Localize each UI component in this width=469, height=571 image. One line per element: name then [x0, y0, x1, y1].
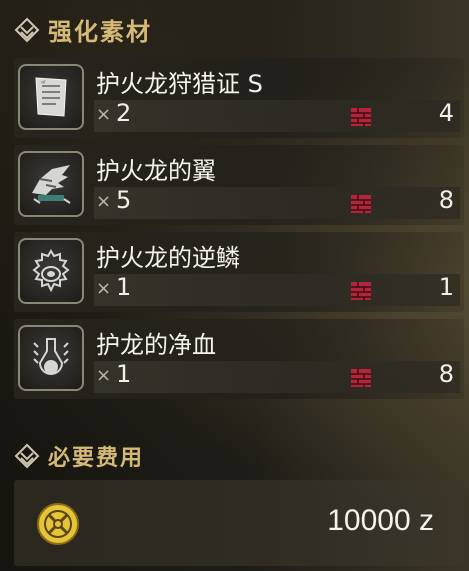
zenny-icon: [37, 503, 79, 545]
material-row[interactable]: 护火龙狩猎证 S × 2 4: [14, 58, 464, 138]
wing-icon: [32, 165, 71, 204]
quantity-prefix: ×: [96, 191, 112, 212]
required-quantity: 1: [116, 360, 132, 388]
material-row[interactable]: 护龙的净血 × 1 8: [14, 319, 464, 399]
required-quantity: 5: [116, 186, 132, 214]
item-box-icon: [351, 282, 371, 300]
material-icon-frame: [18, 325, 84, 391]
owned-quantity: 4: [438, 99, 454, 127]
material-row[interactable]: 护火龙的逆鳞 × 1 1: [14, 232, 464, 312]
material-name: 护火龙狩猎证 S: [96, 70, 263, 98]
quantity-bar: × 2 4: [94, 99, 460, 132]
required-quantity: 2: [116, 99, 132, 127]
blood-vial-icon: [33, 338, 69, 375]
quantity-prefix: ×: [96, 365, 112, 386]
owned-quantity: 8: [438, 360, 454, 388]
material-icon-frame: [18, 64, 84, 130]
cost-header: 必要费用: [14, 440, 144, 472]
diamond-emblem-icon: [14, 17, 40, 42]
cost-value: 10000: [327, 504, 411, 537]
material-icon-frame: [18, 151, 84, 217]
materials-header: 强化素材: [14, 12, 152, 47]
cost-unit: z: [419, 504, 434, 537]
scale-icon: [32, 249, 70, 293]
owned-quantity: 8: [438, 186, 454, 214]
material-icon-frame: [18, 238, 84, 304]
quantity-prefix: ×: [96, 104, 112, 125]
required-quantity: 1: [116, 273, 132, 301]
quantity-bar: × 1 1: [94, 273, 460, 306]
material-name: 护火龙的翼: [96, 157, 216, 185]
material-name: 护龙的净血: [96, 331, 216, 359]
diamond-emblem-icon: [14, 443, 40, 469]
materials-list: 护火龙狩猎证 S × 2 4 护火龙的翼 × 5 8 护火龙的逆鳞 × 1 1 …: [14, 58, 464, 406]
cost-panel: 10000 z: [14, 480, 464, 566]
quantity-bar: × 1 8: [94, 360, 460, 393]
quantity-bar: × 5 8: [94, 186, 460, 219]
item-box-icon: [351, 369, 371, 387]
cost-title: 必要费用: [48, 446, 145, 471]
section-title: 强化素材: [48, 18, 152, 46]
material-row[interactable]: 护火龙的翼 × 5 8: [14, 145, 464, 225]
item-box-icon: [351, 108, 371, 126]
ticket-icon: [35, 77, 67, 117]
quantity-prefix: ×: [96, 278, 112, 299]
owned-quantity: 1: [438, 273, 454, 301]
material-name: 护火龙的逆鳞: [96, 244, 240, 272]
item-box-icon: [351, 195, 371, 213]
cost-amount: 10000 z: [327, 504, 434, 538]
